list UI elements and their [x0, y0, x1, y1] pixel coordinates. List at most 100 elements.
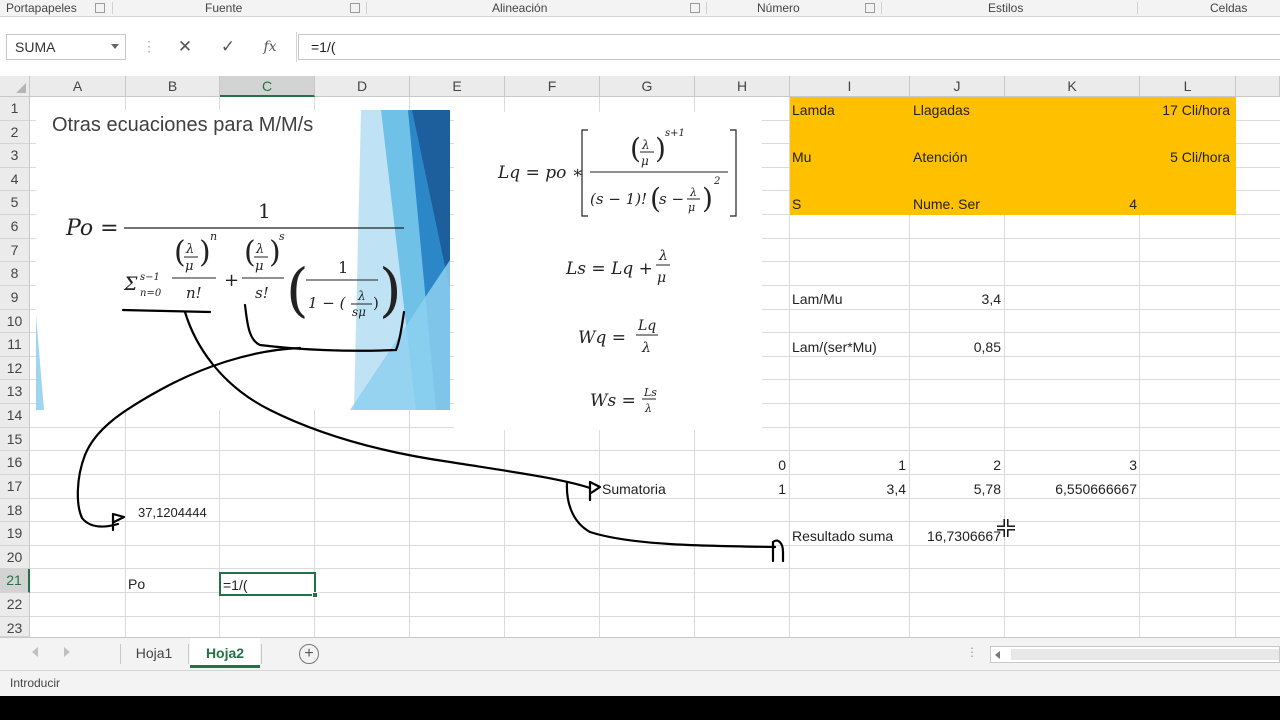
- tab-hoja2[interactable]: Hoja2: [190, 638, 260, 668]
- column-header-j[interactable]: J: [910, 76, 1005, 97]
- cancel-entry-button[interactable]: ✕: [170, 34, 200, 60]
- cell-i17[interactable]: 3,4: [793, 480, 906, 498]
- select-all-corner[interactable]: [0, 76, 30, 97]
- column-header-k[interactable]: K: [1005, 76, 1140, 97]
- column-header-e[interactable]: E: [410, 76, 505, 97]
- cell-j11[interactable]: 0,85: [913, 338, 1001, 356]
- cell-b18[interactable]: 37,1204444: [138, 504, 207, 522]
- svg-text:λ: λ: [357, 289, 366, 303]
- scrollbar-thumb[interactable]: [1011, 649, 1279, 660]
- formula-bar-grip-icon[interactable]: ⋮: [142, 38, 156, 55]
- column-header-a[interactable]: A: [30, 76, 126, 97]
- name-box[interactable]: SUMA: [6, 34, 126, 60]
- formula-image-lq-ls-wq-ws[interactable]: Lq = po ∗ ( λ μ ) s+1 (s − 1)! ( s − λ μ…: [454, 112, 762, 430]
- column-header-b[interactable]: B: [126, 76, 220, 97]
- row-header[interactable]: 22: [0, 593, 30, 617]
- row-header[interactable]: 17: [0, 475, 30, 499]
- row-header[interactable]: 13: [0, 380, 30, 404]
- scroll-left-icon[interactable]: [995, 651, 1000, 659]
- cell-k1[interactable]: 17 Cli/hora: [1008, 101, 1230, 119]
- column-header-f[interactable]: F: [505, 76, 600, 97]
- cell-j17[interactable]: 5,78: [913, 480, 1001, 498]
- gridline: [30, 474, 1280, 475]
- tab-hoja1[interactable]: Hoja1: [122, 638, 186, 668]
- cell-i11[interactable]: Lam/(ser*Mu): [792, 338, 877, 356]
- name-box-dropdown-icon[interactable]: [111, 44, 119, 49]
- row-header[interactable]: 6: [0, 215, 30, 239]
- tab-split-grip-icon[interactable]: ⋮: [966, 645, 978, 659]
- row-header[interactable]: 3: [0, 144, 30, 168]
- horizontal-scrollbar[interactable]: [990, 646, 1280, 663]
- column-header-h[interactable]: H: [695, 76, 790, 97]
- scroll-tabs-left-icon[interactable]: [32, 647, 38, 657]
- cell-i9[interactable]: Lam/Mu: [792, 290, 843, 308]
- row-header[interactable]: 7: [0, 239, 30, 262]
- cell-j9[interactable]: 3,4: [913, 290, 1001, 308]
- row-header[interactable]: 5: [0, 191, 30, 215]
- cell-j5[interactable]: Nume. Ser: [913, 195, 980, 213]
- cell-i3[interactable]: Mu: [792, 148, 811, 166]
- number-launcher-icon[interactable]: [865, 3, 875, 13]
- row-header[interactable]: 12: [0, 357, 30, 380]
- row-header-selected[interactable]: 21: [0, 569, 30, 593]
- column-header-m[interactable]: [1236, 76, 1280, 97]
- clipboard-launcher-icon[interactable]: [95, 3, 105, 13]
- slide-decoration: [36, 315, 44, 410]
- ribbon-separator: [1137, 2, 1138, 14]
- row-header[interactable]: 9: [0, 286, 30, 310]
- cell-h16[interactable]: 0: [698, 456, 786, 474]
- column-header-i[interactable]: I: [790, 76, 910, 97]
- cell-k16[interactable]: 3: [1008, 456, 1137, 474]
- svg-text:n=0: n=0: [140, 288, 162, 299]
- cell-g17[interactable]: Sumatoria: [602, 480, 666, 498]
- row-header[interactable]: 8: [0, 262, 30, 286]
- fill-handle[interactable]: [312, 592, 318, 598]
- cell-c21-editing[interactable]: =1/(: [223, 576, 248, 594]
- cell-j1[interactable]: Llagadas: [913, 101, 970, 119]
- cell-i5[interactable]: S: [792, 195, 801, 213]
- cell-j16[interactable]: 2: [913, 456, 1001, 474]
- column-header-g[interactable]: G: [600, 76, 695, 97]
- cell-i16[interactable]: 1: [793, 456, 906, 474]
- formula-image-po[interactable]: Po = 1 Σ s−1 n=0 ( λ μ ) n n! + ( λ μ ): [36, 110, 450, 410]
- insert-function-button[interactable]: fx: [255, 34, 285, 60]
- cell-h17[interactable]: 1: [698, 480, 786, 498]
- formula-input[interactable]: =1/(: [298, 34, 1280, 60]
- svg-text:(: (: [244, 235, 256, 270]
- cell-k3[interactable]: 5 Cli/hora: [1008, 148, 1230, 166]
- row-header[interactable]: 15: [0, 428, 30, 451]
- row-header[interactable]: 20: [0, 546, 30, 569]
- sheet-tab-bar: Hoja1 Hoja2 + ⋮: [0, 637, 1280, 670]
- svg-text:Ls = Lq +: Ls = Lq +: [565, 259, 653, 279]
- row-header[interactable]: 11: [0, 333, 30, 357]
- alignment-launcher-icon[interactable]: [690, 3, 700, 13]
- formula-bar-separator: [296, 32, 297, 62]
- cell-j3[interactable]: Atención: [913, 148, 967, 166]
- tab-separator: [261, 644, 262, 664]
- tab-separator: [120, 644, 121, 664]
- row-header[interactable]: 4: [0, 168, 30, 191]
- status-bar: Introducir: [0, 670, 1280, 696]
- column-header-l[interactable]: L: [1140, 76, 1236, 97]
- row-header[interactable]: 19: [0, 522, 30, 546]
- scroll-tabs-right-icon[interactable]: [64, 647, 70, 657]
- column-header-c[interactable]: C: [220, 76, 315, 97]
- row-header[interactable]: 1: [0, 97, 30, 121]
- add-sheet-button[interactable]: +: [299, 644, 319, 664]
- row-header[interactable]: 16: [0, 451, 30, 475]
- active-cell-c21[interactable]: =1/(: [219, 572, 318, 598]
- cell-j19[interactable]: 16,7306667: [913, 527, 1001, 545]
- enter-entry-button[interactable]: ✓: [213, 34, 243, 60]
- column-header-d[interactable]: D: [315, 76, 410, 97]
- row-header[interactable]: 18: [0, 499, 30, 522]
- row-header[interactable]: 14: [0, 404, 30, 428]
- cell-i19[interactable]: Resultado suma: [792, 527, 893, 545]
- cell-i1[interactable]: Lamda: [792, 101, 835, 119]
- row-header[interactable]: 10: [0, 310, 30, 333]
- row-header[interactable]: 2: [0, 121, 30, 144]
- row-header[interactable]: 23: [0, 617, 30, 637]
- font-launcher-icon[interactable]: [350, 3, 360, 13]
- cell-b21[interactable]: Po: [128, 575, 145, 593]
- cell-k5[interactable]: 4: [1008, 195, 1137, 213]
- cell-k17[interactable]: 6,550666667: [1008, 480, 1137, 498]
